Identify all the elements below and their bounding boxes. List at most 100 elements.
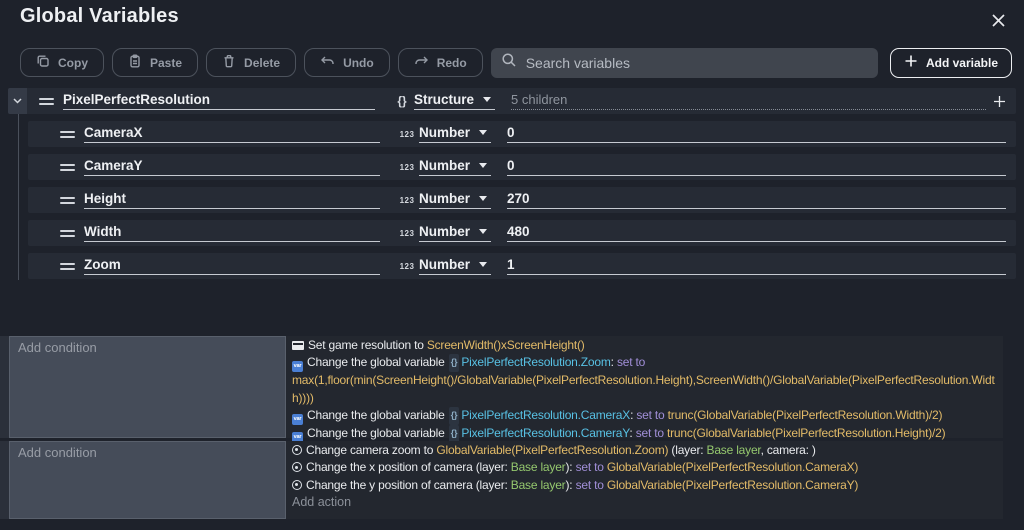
add-variable-button[interactable]: Add variable bbox=[889, 47, 1012, 78]
var-icon: var bbox=[292, 414, 303, 426]
action-text-segment: (layer: bbox=[668, 443, 707, 457]
dropdown-caret-icon bbox=[483, 97, 492, 102]
paste-button[interactable]: Paste bbox=[112, 48, 199, 77]
variable-value-field[interactable]: 0 bbox=[507, 125, 1006, 143]
structure-badge-icon: {} bbox=[448, 407, 460, 425]
action-text-segment: Base layer bbox=[510, 477, 566, 492]
variable-type-label: Number bbox=[419, 224, 471, 239]
event-margin-strip bbox=[0, 336, 9, 438]
variable-type-label: Number bbox=[419, 125, 471, 140]
number-type-icon: 123 bbox=[399, 261, 415, 271]
redo-label: Redo bbox=[436, 55, 467, 70]
variable-row-child: Height 123 Number 270 bbox=[28, 187, 1016, 213]
action-text-segment: Change camera zoom to bbox=[306, 443, 437, 457]
structure-type-icon: {} bbox=[397, 94, 407, 108]
redo-arrow-icon bbox=[414, 55, 429, 71]
drag-handle-icon[interactable] bbox=[60, 262, 75, 270]
add-child-variable-button[interactable] bbox=[986, 95, 1012, 108]
drag-handle-icon[interactable] bbox=[60, 163, 75, 171]
variable-type-dropdown[interactable]: Number bbox=[419, 257, 492, 275]
redo-button[interactable]: Redo bbox=[397, 48, 483, 77]
search-box[interactable] bbox=[490, 47, 878, 78]
event-block: Add condition Change camera zoom to Globa… bbox=[0, 441, 1003, 519]
window-icon bbox=[292, 341, 304, 350]
toolbar: Copy Paste Delete Undo Redo Add variable bbox=[20, 47, 1012, 78]
var-icon: var bbox=[292, 361, 303, 373]
camera-icon bbox=[292, 479, 302, 490]
children-count[interactable]: 5 children bbox=[511, 92, 986, 110]
actions-area: Change camera zoom to GlobalVariable(Pix… bbox=[286, 441, 1003, 519]
delete-label: Delete bbox=[244, 55, 281, 70]
collapse-chevron-icon[interactable] bbox=[8, 88, 27, 114]
add-action-link[interactable]: Add action bbox=[292, 494, 999, 511]
drag-handle-icon[interactable] bbox=[60, 196, 75, 204]
action-text-segment: set to bbox=[635, 426, 667, 441]
action-text-segment: Base layer bbox=[706, 443, 761, 457]
variable-value-field[interactable]: 1 bbox=[507, 257, 1006, 275]
action-text-segment: Change the global variable bbox=[307, 426, 448, 441]
number-type-icon: 123 bbox=[399, 129, 415, 139]
variable-name-field[interactable]: PixelPerfectResolution bbox=[63, 92, 375, 110]
events-sheet: Add condition Set game resolution to Scre… bbox=[0, 336, 1003, 522]
action-text-segment: set to bbox=[636, 408, 668, 423]
action-text-segment: ): bbox=[565, 460, 576, 475]
action-row[interactable]: var Change the global variable {} PixelPer… bbox=[292, 407, 999, 426]
variable-name-field[interactable]: CameraX bbox=[84, 125, 380, 143]
action-row[interactable]: var Change the global variable {} PixelPer… bbox=[292, 354, 999, 407]
undo-arrow-icon bbox=[320, 55, 335, 71]
delete-button[interactable]: Delete bbox=[206, 48, 297, 77]
action-text-segment: Change the global variable bbox=[307, 355, 448, 370]
variable-row-child: CameraX 123 Number 0 bbox=[28, 121, 1016, 147]
variable-row-child: CameraY 123 Number 0 bbox=[28, 154, 1016, 180]
variable-name-field[interactable]: Zoom bbox=[84, 257, 380, 275]
search-input[interactable] bbox=[525, 54, 868, 71]
variable-row-root: PixelPerfectResolution {} Structure 5 child… bbox=[8, 88, 1016, 114]
action-text-segment: , camera: ) bbox=[760, 443, 816, 457]
variable-value-field[interactable]: 0 bbox=[507, 158, 1006, 176]
drag-handle-icon[interactable] bbox=[60, 229, 75, 237]
close-icon[interactable] bbox=[988, 10, 1008, 30]
variable-type-label: Number bbox=[419, 257, 471, 272]
plus-icon bbox=[904, 54, 918, 71]
undo-button[interactable]: Undo bbox=[304, 48, 390, 77]
variable-type-dropdown[interactable]: Number bbox=[419, 158, 492, 176]
variable-type-dropdown[interactable]: Number bbox=[419, 191, 492, 209]
action-row[interactable]: Change camera zoom to GlobalVariable(Pix… bbox=[292, 442, 999, 459]
copy-label: Copy bbox=[58, 55, 88, 70]
action-text-segment: Change the y position of camera (layer: bbox=[306, 477, 511, 492]
action-text-segment: Set game resolution to bbox=[308, 338, 427, 352]
action-text-segment: GlobalVariable(PixelPerfectResolution.Ca… bbox=[606, 460, 859, 475]
action-row[interactable]: Change the x position of camera (layer: … bbox=[292, 459, 999, 476]
action-text-segment: ): bbox=[565, 477, 576, 492]
copy-button[interactable]: Copy bbox=[20, 48, 104, 77]
action-text-segment: PixelPerfectResolution.CameraX bbox=[461, 408, 631, 423]
add-condition-area[interactable]: Add condition bbox=[9, 336, 286, 438]
drag-handle-icon[interactable] bbox=[60, 130, 75, 138]
dropdown-caret-icon bbox=[479, 229, 488, 234]
tree-indent-line bbox=[18, 114, 19, 280]
action-text-segment: PixelPerfectResolution.CameraY bbox=[461, 426, 630, 441]
variable-value-field[interactable]: 270 bbox=[507, 191, 1006, 209]
variable-type-dropdown[interactable]: Number bbox=[419, 125, 492, 143]
action-row[interactable]: Set game resolution to ScreenWidth()xScr… bbox=[292, 337, 999, 354]
variable-type-label: Number bbox=[419, 158, 471, 173]
variable-name-field[interactable]: Height bbox=[84, 191, 380, 209]
variable-type-dropdown[interactable]: Structure bbox=[414, 92, 496, 110]
event-margin-strip bbox=[0, 441, 9, 519]
search-icon bbox=[501, 52, 517, 73]
variable-name-field[interactable]: Width bbox=[84, 224, 380, 242]
action-text-segment: PixelPerfectResolution.Zoom bbox=[461, 355, 611, 370]
trash-icon bbox=[222, 54, 236, 71]
action-text-segment: Change the global variable bbox=[307, 408, 448, 423]
action-text-segment: GlobalVariable(PixelPerfectResolution.Ca… bbox=[606, 477, 859, 492]
action-row[interactable]: Change the y position of camera (layer: … bbox=[292, 477, 999, 494]
variable-value-field[interactable]: 480 bbox=[507, 224, 1006, 242]
structure-badge-icon: {} bbox=[448, 425, 460, 443]
add-condition-area[interactable]: Add condition bbox=[9, 441, 286, 519]
number-type-icon: 123 bbox=[399, 162, 415, 172]
variable-type-dropdown[interactable]: Number bbox=[419, 224, 492, 242]
variable-name-field[interactable]: CameraY bbox=[84, 158, 380, 176]
drag-handle-icon[interactable] bbox=[39, 97, 54, 105]
dropdown-caret-icon bbox=[479, 130, 488, 135]
variable-type-label: Structure bbox=[414, 92, 475, 107]
